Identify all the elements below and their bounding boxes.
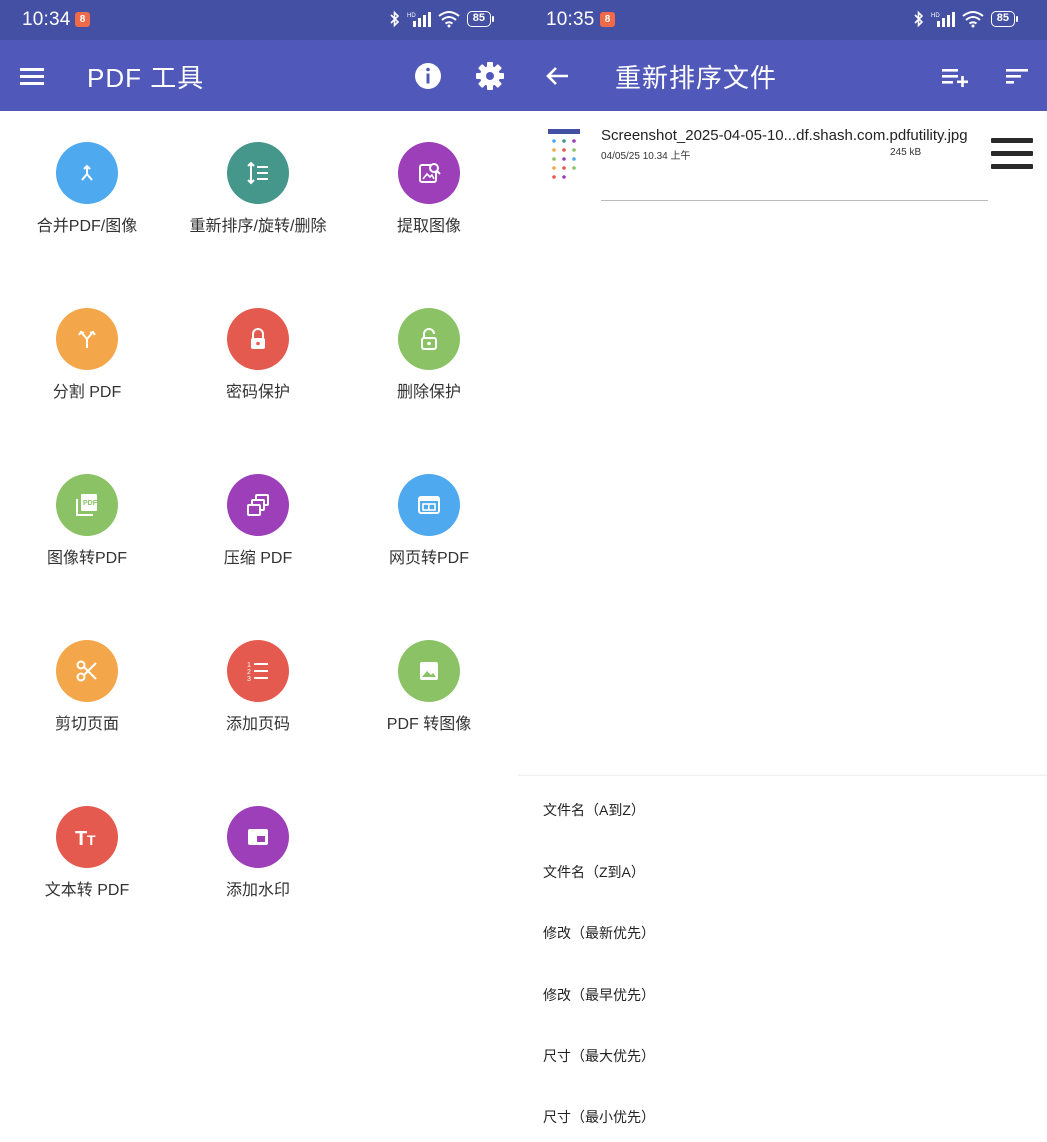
status-bar: 10:34 8 HD 85 bbox=[0, 0, 518, 40]
unlock-icon bbox=[398, 308, 460, 370]
tool-label: 合并PDF/图像 bbox=[36, 218, 138, 235]
status-icons: HD 85 bbox=[913, 10, 1019, 28]
svg-text:HD: HD bbox=[931, 13, 940, 19]
page-numbers-icon: 123 bbox=[227, 640, 289, 702]
file-date: 04/05/25 10.34 上午 bbox=[601, 151, 691, 162]
bluetooth-icon bbox=[914, 10, 923, 28]
extract-image-icon bbox=[398, 142, 460, 204]
tool-label: 图像转PDF bbox=[46, 550, 127, 567]
tool-label: 提取图像 bbox=[396, 218, 461, 235]
battery-indicator: 85 bbox=[466, 11, 495, 27]
svg-text:T: T bbox=[75, 828, 87, 850]
image-to-pdf-icon: PDF bbox=[56, 474, 118, 536]
text-to-pdf-icon: TT bbox=[56, 806, 118, 868]
sort-option-name-desc[interactable]: 文件名（Z到A） bbox=[543, 862, 645, 882]
tool-label: 压缩 PDF bbox=[223, 550, 293, 567]
file-size: 245 kB bbox=[890, 147, 922, 158]
tool-label: 密码保护 bbox=[225, 384, 290, 401]
status-time: 10:34 bbox=[22, 9, 71, 30]
tool-text-to-pdf[interactable]: TT 文本转 PDF bbox=[2, 806, 172, 900]
tool-pdf-to-image[interactable]: PDF 转图像 bbox=[344, 640, 514, 734]
svg-text:PDF: PDF bbox=[83, 500, 98, 507]
tool-label: 剪切页面 bbox=[54, 716, 119, 733]
tool-web-to-pdf[interactable]: 网页转PDF bbox=[344, 474, 514, 568]
sort-option-size-largest[interactable]: 尺寸（最大优先） bbox=[543, 1046, 655, 1066]
app-bar: PDF 工具 bbox=[0, 40, 518, 111]
battery-indicator: 85 bbox=[990, 11, 1019, 27]
reorder-icon bbox=[227, 142, 289, 204]
sort-menu: 文件名（A到Z） 文件名（Z到A） 修改（最新优先） 修改（最早优先） 尺寸（最… bbox=[518, 775, 1047, 1142]
tool-add-watermark[interactable]: 添加水印 bbox=[173, 806, 343, 900]
add-to-list-icon[interactable] bbox=[939, 60, 971, 92]
lock-icon bbox=[227, 308, 289, 370]
status-bar: 10:35 8 HD 85 bbox=[518, 0, 1047, 40]
notification-icon: 8 bbox=[75, 12, 90, 27]
file-thumbnail bbox=[548, 127, 580, 183]
reorder-files-screen: 10:35 8 HD 85 重新排序文件 Screenshot_2025-04-… bbox=[518, 0, 1047, 1142]
drag-handle-icon[interactable] bbox=[991, 138, 1033, 174]
tool-label: 重新排序/旋转/删除 bbox=[189, 218, 327, 235]
watermark-icon bbox=[227, 806, 289, 868]
tool-label: 删除保护 bbox=[396, 384, 461, 401]
tool-label: 网页转PDF bbox=[388, 550, 469, 567]
notification-icon: 8 bbox=[600, 12, 615, 27]
page-title: 重新排序文件 bbox=[615, 63, 778, 93]
tool-label: 分割 PDF bbox=[52, 384, 122, 401]
settings-gear-icon[interactable] bbox=[474, 60, 506, 92]
tool-cut-pages[interactable]: 剪切页面 bbox=[2, 640, 172, 734]
scissors-icon bbox=[56, 640, 118, 702]
svg-text:3: 3 bbox=[247, 676, 251, 683]
sort-option-modified-oldest[interactable]: 修改（最早优先） bbox=[543, 985, 655, 1005]
tool-label: 添加水印 bbox=[225, 882, 290, 899]
tool-password-protect[interactable]: 密码保护 bbox=[173, 308, 343, 402]
web-to-pdf-icon bbox=[398, 474, 460, 536]
wifi-icon bbox=[438, 11, 460, 28]
status-time: 10:35 bbox=[546, 9, 595, 30]
tool-label: 添加页码 bbox=[225, 716, 290, 733]
status-icons: HD 85 bbox=[389, 10, 495, 28]
signal-icon: HD bbox=[931, 12, 955, 27]
tool-image-to-pdf[interactable]: PDF 图像转PDF bbox=[2, 474, 172, 568]
bluetooth-icon bbox=[390, 10, 399, 28]
sort-option-size-smallest[interactable]: 尺寸（最小优先） bbox=[543, 1107, 655, 1127]
split-icon bbox=[56, 308, 118, 370]
sort-option-modified-newest[interactable]: 修改（最新优先） bbox=[543, 923, 655, 943]
sort-option-name-asc[interactable]: 文件名（A到Z） bbox=[543, 800, 645, 820]
signal-icon: HD bbox=[407, 12, 431, 27]
tool-split[interactable]: 分割 PDF bbox=[2, 308, 172, 402]
pdf-tools-screen: 10:34 8 HD 85 PDF 工具 合并PDF/图像 重新排序/旋转/删除… bbox=[0, 0, 518, 1142]
tool-add-page-numbers[interactable]: 123 添加页码 bbox=[173, 640, 343, 734]
back-arrow-icon[interactable] bbox=[542, 60, 574, 92]
tool-compress[interactable]: 压缩 PDF bbox=[173, 474, 343, 568]
svg-text:1: 1 bbox=[247, 662, 251, 669]
svg-text:T: T bbox=[87, 832, 96, 848]
tool-label: PDF 转图像 bbox=[386, 716, 472, 733]
merge-icon bbox=[56, 142, 118, 204]
sort-icon[interactable] bbox=[1002, 60, 1034, 92]
tool-remove-protection[interactable]: 删除保护 bbox=[344, 308, 514, 402]
divider bbox=[601, 200, 988, 201]
file-list-item[interactable]: Screenshot_2025-04-05-10...df.shash.com.… bbox=[518, 122, 1047, 202]
compress-icon bbox=[227, 474, 289, 536]
file-name: Screenshot_2025-04-05-10...df.shash.com.… bbox=[601, 127, 968, 144]
tool-label: 文本转 PDF bbox=[44, 882, 130, 899]
pdf-to-image-icon bbox=[398, 640, 460, 702]
menu-icon[interactable] bbox=[17, 60, 49, 92]
page-title: PDF 工具 bbox=[87, 63, 205, 93]
app-bar: 重新排序文件 bbox=[518, 40, 1047, 111]
info-icon[interactable] bbox=[412, 60, 444, 92]
wifi-icon bbox=[962, 11, 984, 28]
svg-text:2: 2 bbox=[247, 669, 251, 676]
tool-extract-image[interactable]: 提取图像 bbox=[344, 142, 514, 236]
tool-merge[interactable]: 合并PDF/图像 bbox=[2, 142, 172, 236]
svg-text:HD: HD bbox=[407, 13, 416, 19]
tool-reorder[interactable]: 重新排序/旋转/删除 bbox=[173, 142, 343, 236]
